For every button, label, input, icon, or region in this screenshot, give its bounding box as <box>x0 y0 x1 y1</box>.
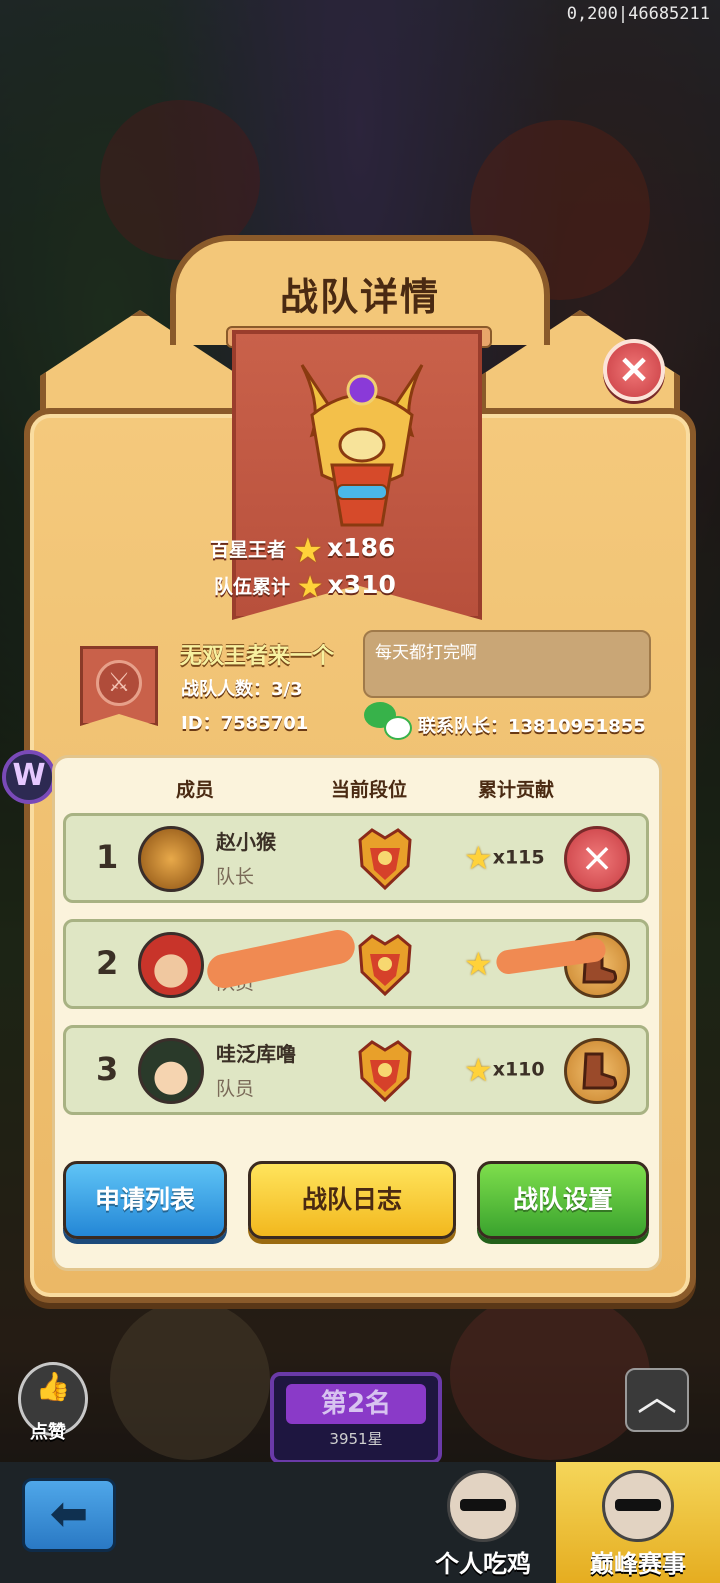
wechat-icon[interactable] <box>364 702 412 742</box>
star-icon: ★ <box>296 569 324 605</box>
arrow-left-icon: ⬅ <box>49 1486 89 1540</box>
member-row[interactable]: 3 哇泛库噜 队员 ★x110 <box>63 1025 649 1115</box>
character-face-icon <box>602 1470 674 1542</box>
member-row[interactable]: 1 赵小猴 队长 ★x115 × <box>63 813 649 903</box>
tab-solo-battle[interactable]: 个人吃鸡 <box>412 1462 554 1583</box>
team-total-stat: 队伍累计 ★ x310 <box>214 569 396 605</box>
team-log-button[interactable]: 战队日志 <box>248 1161 456 1239</box>
captain-contact: 联系队长：13810951855 <box>418 716 646 737</box>
member-name: 赵小猴 <box>216 830 276 854</box>
close-icon: × <box>580 835 614 881</box>
avatar[interactable] <box>138 932 204 998</box>
column-rank: 当前段位 <box>331 779 408 801</box>
star-icon: ★ <box>464 839 493 877</box>
rank-stars: 3951星 <box>329 1430 383 1448</box>
team-member-count: 战队人数：3/3 <box>181 679 303 700</box>
modal-title: 战队详情 <box>279 275 440 319</box>
star-icon: ★ <box>292 530 324 571</box>
avatar[interactable] <box>138 1038 204 1104</box>
column-member: 成员 <box>176 779 215 801</box>
tab-label: 个人吃鸡 <box>435 1550 531 1578</box>
team-id: ID：7585701 <box>181 713 309 734</box>
rank-label: 第2名 <box>286 1384 426 1424</box>
star-icon: ★ <box>464 1051 493 1089</box>
character-face-icon <box>447 1470 519 1542</box>
rank-badge-icon <box>358 1040 412 1103</box>
hundred-star-stat: 百星王者 ★ x186 <box>210 530 396 571</box>
thumbs-up-icon: 👍 <box>35 1370 71 1403</box>
back-button[interactable]: ⬅ <box>22 1478 116 1552</box>
apply-list-button[interactable]: 申请列表 <box>63 1161 227 1239</box>
rank-plate: 第2名 3951星 <box>270 1372 442 1464</box>
member-contribution: ★x110 <box>464 1051 545 1089</box>
dragon-emblem-icon <box>300 364 424 527</box>
member-contribution: ★ <box>464 948 493 980</box>
kick-out-button[interactable] <box>564 1038 630 1104</box>
member-index: 2 <box>96 944 119 982</box>
member-index: 3 <box>96 1050 119 1088</box>
column-contribution: 累计贡献 <box>478 779 555 801</box>
member-index: 1 <box>96 838 119 876</box>
member-row[interactable]: 2 队员 ★ <box>63 919 649 1009</box>
team-motto: 每天都打完啊 <box>363 630 651 698</box>
tab-peak-event[interactable]: 巅峰赛事 <box>556 1462 720 1583</box>
boot-icon <box>582 1052 618 1090</box>
rank-badge-icon <box>358 828 412 891</box>
sword-icon: ⚔ <box>96 660 142 706</box>
like-label: 点赞 <box>30 1422 66 1443</box>
team-settings-button[interactable]: 战队设置 <box>477 1161 649 1239</box>
member-role: 队长 <box>216 866 255 888</box>
app-overlay-logo-icon[interactable]: W <box>2 750 56 804</box>
kick-member-button[interactable]: × <box>564 826 630 892</box>
member-role: 队员 <box>216 1078 255 1100</box>
debug-readout: 0,200|46685211 <box>566 4 710 24</box>
modal-close-button[interactable]: × <box>603 339 665 401</box>
member-name: 哇泛库噜 <box>216 1042 296 1066</box>
avatar[interactable] <box>138 826 204 892</box>
team-name: 无双王者来一个 <box>180 644 335 669</box>
redaction-mark <box>204 926 358 992</box>
member-contribution: ★x115 <box>464 839 545 877</box>
tab-label: 巅峰赛事 <box>590 1550 686 1578</box>
star-icon: ★ <box>464 945 493 983</box>
rank-badge-icon <box>358 934 412 997</box>
chevron-up-icon[interactable]: ︿ <box>625 1368 689 1432</box>
